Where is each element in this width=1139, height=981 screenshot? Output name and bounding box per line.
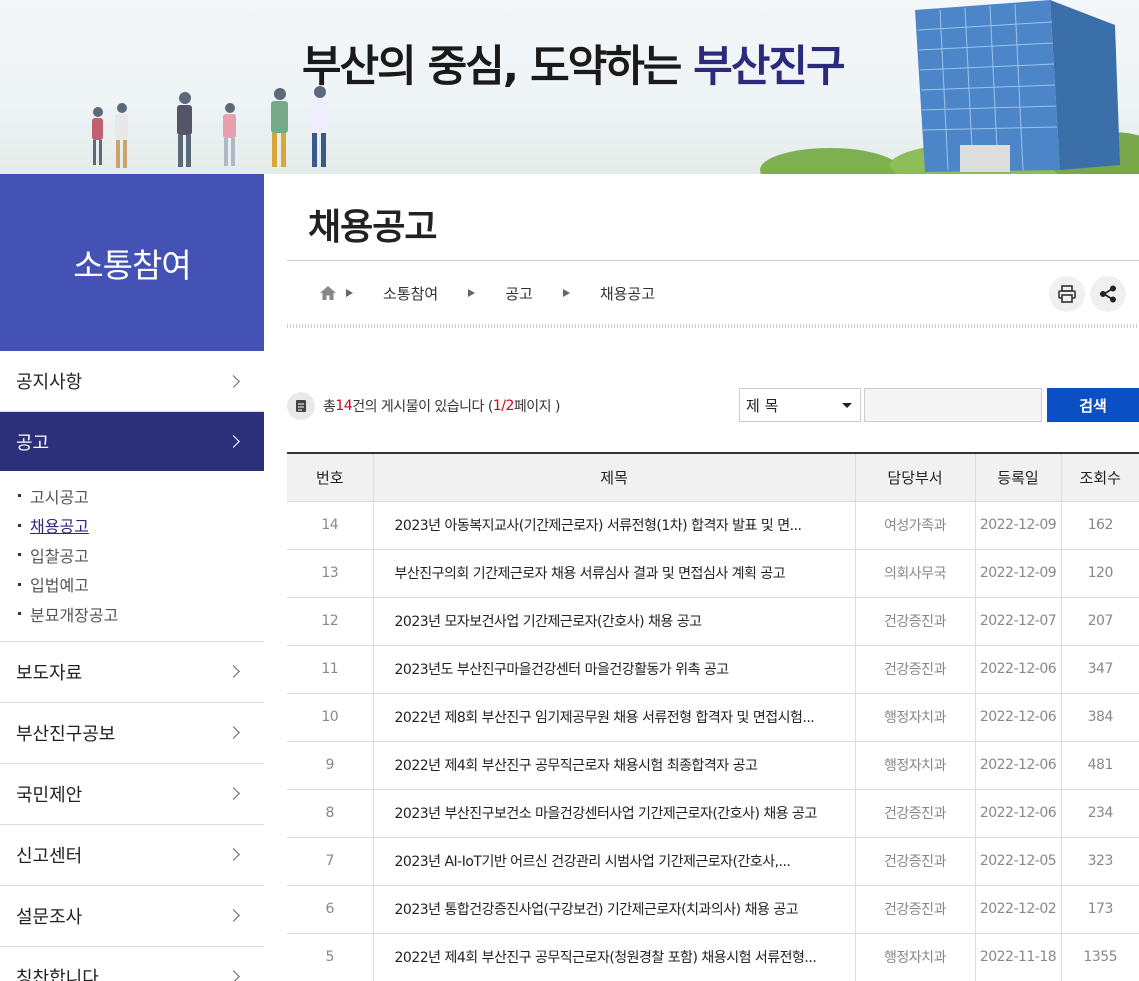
banner-slogan: 부산의 중심, 도약하는 부산진구 [302,42,846,92]
title-divider [287,260,1139,261]
sidebar-item-label: 보도자료 [16,662,83,684]
post-title-link[interactable]: 2023년 모자보건사업 기간제근로자(간호사) 채용 공고 [372,597,855,646]
chevron-right-icon [227,909,240,922]
sidebar-menu: 공지사항 공고 고시공고 채용공고 입찰공고 입법예고 분묘개장공고 보도자료 … [0,351,264,981]
chevron-right-icon [227,726,240,739]
chevron-right-icon [227,665,240,678]
column-header: 등록일 [974,453,1061,502]
search-field-select[interactable]: 제 목 [739,388,861,422]
table-row: 12 2023년 모자보건사업 기간제근로자(간호사) 채용 공고 건강증진과 202… [287,597,1139,646]
sidebar-item-survey[interactable]: 설문조사 [0,886,264,947]
search-input[interactable] [864,388,1042,422]
table-row: 9 2022년 제4회 부산진구 공무직근로자 채용시험 최종합격자 공고 행정자치… [287,741,1139,790]
table-row: 11 2023년도 부산진구마을건강센터 마을건강활동가 위촉 공고 건강증진과 20… [287,645,1139,694]
bullet-icon [18,523,21,527]
chevron-right-icon [227,787,240,800]
home-icon[interactable] [320,286,336,300]
share-button[interactable] [1090,276,1126,312]
submenu-item-public-notice[interactable]: 고시공고 [18,481,264,511]
breadcrumb-arrow-icon [346,289,353,297]
share-icon [1100,285,1116,303]
total-count: 14 [335,398,353,414]
submenu-item-recruitment[interactable]: 채용공고 [18,511,264,541]
post-title-link[interactable]: 2022년 제8회 부산진구 임기제공무원 채용 서류전형 합격자 및 면접시험… [372,693,855,742]
breadcrumb: 소통참여 공고 채용공고 [320,280,685,306]
search-button[interactable]: 검색 [1047,388,1139,422]
sidebar-item-proposal[interactable]: 국민제안 [0,764,264,825]
table-row: 14 2023년 아동복지교사(기간제근로자) 서류전형(1차) 합격자 발표 및… [287,501,1139,550]
column-header: 조회수 [1060,453,1139,502]
bullet-icon [18,582,21,586]
post-title-link[interactable]: 2022년 제4회 부산진구 공무직근로자 채용시험 최종합격자 공고 [372,741,855,790]
table-row: 6 2023년 통합건강증진사업(구강보건) 기간제근로자(치과의사) 채용 공고… [287,885,1139,934]
sidebar-item-report-center[interactable]: 신고센터 [0,825,264,886]
post-title-link[interactable]: 2023년 AI-IoT기반 어르신 건강관리 시범사업 기간제근로자(간호사,… [372,837,855,886]
submenu-item-legislation[interactable]: 입법예고 [18,570,264,600]
sidebar-item-praise[interactable]: 칭찬합니다 [0,947,264,981]
sidebar-submenu: 고시공고 채용공고 입찰공고 입법예고 분묘개장공고 [0,471,264,642]
chevron-right-icon [227,374,240,388]
sidebar-item-gazette[interactable]: 부산진구공보 [0,703,264,764]
sidebar-item-announcement[interactable]: 공고 [0,412,264,471]
sidebar-item-label: 공고 [16,432,50,454]
sidebar-item-press[interactable]: 보도자료 [0,642,264,703]
submenu-item-grave-relocation[interactable]: 분묘개장공고 [18,599,264,629]
post-title-link[interactable]: 2023년 통합건강증진사업(구강보건) 기간제근로자(치과의사) 채용 공고 [372,885,855,934]
post-title-link[interactable]: 2023년 아동복지교사(기간제근로자) 서류전형(1차) 합격자 발표 및 면… [372,501,855,550]
post-title-link[interactable]: 2023년 부산진구보건소 마을건강센터사업 기간제근로자(간호사) 채용 공고 [372,789,855,838]
bullet-icon [18,553,21,557]
table-row: 5 2022년 제4회 부산진구 공무직근로자(청원경찰 포함) 채용시험 서류전… [287,933,1139,981]
print-button[interactable] [1049,276,1085,312]
chevron-right-icon [227,435,240,448]
table-row: 7 2023년 AI-IoT기반 어르신 건강관리 시범사업 기간제근로자(간호사… [287,837,1139,886]
sidebar-item-label: 부산진구공보 [16,723,116,745]
recruitment-table: 번호 제목 담당부서 등록일 조회수 14 2023년 아동복지교사(기간제근로자… [287,452,1139,981]
page-title: 채용공고 [308,207,437,248]
sidebar-heading: 소통참여 [0,174,264,351]
bullet-icon [18,494,21,498]
sidebar-item-label: 칭찬합니다 [16,967,99,981]
bullet-icon [18,612,21,616]
sidebar-item-label: 공지사항 [16,372,83,393]
sidebar-item-label: 신고센터 [16,845,83,867]
breadcrumb-arrow-icon [562,289,570,297]
column-header: 번호 [287,453,373,502]
sidebar-item-label: 설문조사 [16,906,83,928]
post-count: 총 14 건의 게시물이 있습니다 ( 1/2 페이지 ) [287,391,560,421]
current-page: 1 [492,398,502,414]
breadcrumb-item[interactable]: 공고 [505,283,533,304]
table-row: 8 2023년 부산진구보건소 마을건강센터사업 기간제근로자(간호사) 채용 공… [287,789,1139,838]
breadcrumb-divider [287,324,1139,328]
breadcrumb-item[interactable]: 채용공고 [600,283,655,304]
column-header: 제목 [372,453,855,502]
sidebar-item-notice[interactable]: 공지사항 [0,351,264,412]
sidebar-item-label: 국민제안 [16,784,83,806]
table-row: 10 2022년 제8회 부산진구 임기제공무원 채용 서류전형 합격자 및 면접… [287,693,1139,742]
table-header-row: 번호 제목 담당부서 등록일 조회수 [287,453,1139,502]
column-header: 담당부서 [854,453,975,502]
breadcrumb-arrow-icon [468,289,476,297]
sidebar-heading-text: 소통참여 [73,245,191,285]
print-icon [1058,285,1076,303]
table-row: 13 부산진구의회 기간제근로자 채용 서류심사 결과 및 면접심사 계획 공고 의… [287,549,1139,598]
caret-down-icon [842,402,852,408]
document-icon [287,392,315,420]
top-banner: 부산의 중심, 도약하는 부산진구 [0,0,1139,174]
chevron-right-icon [227,848,240,861]
post-title-link[interactable]: 2022년 제4회 부산진구 공무직근로자(청원경찰 포함) 채용시험 서류전형… [372,933,855,981]
post-title-link[interactable]: 부산진구의회 기간제근로자 채용 서류심사 결과 및 면접심사 계획 공고 [372,549,855,598]
post-title-link[interactable]: 2023년도 부산진구마을건강센터 마을건강활동가 위촉 공고 [372,645,855,694]
breadcrumb-item[interactable]: 소통참여 [383,283,438,304]
chevron-right-icon [227,970,240,981]
submenu-item-bidding[interactable]: 입찰공고 [18,540,264,570]
